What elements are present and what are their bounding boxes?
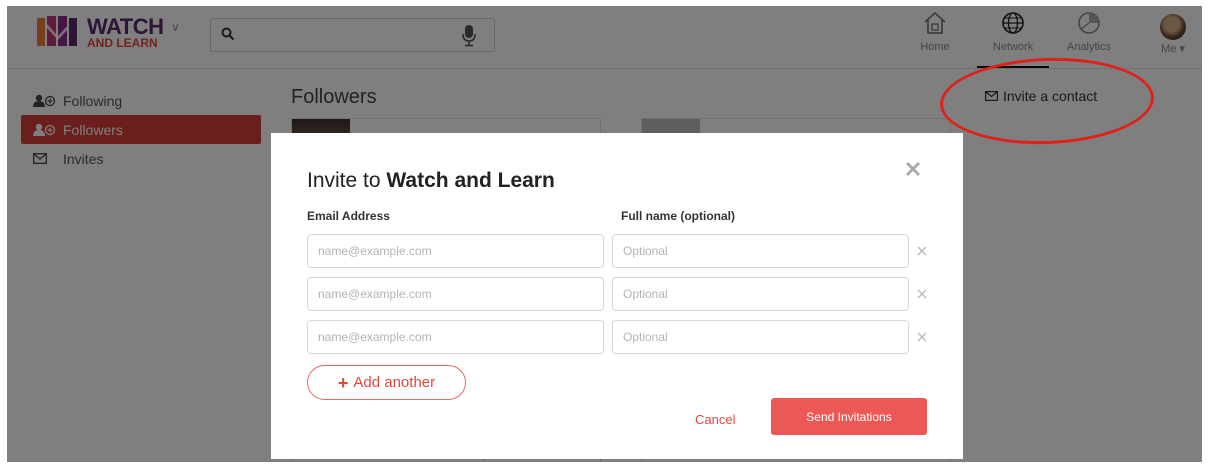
email-field[interactable] (307, 234, 604, 268)
modal-title-prefix: Invite to (307, 169, 387, 192)
email-column-header: Email Address (307, 209, 390, 223)
invite-modal: Invite to Watch and Learn Email Address … (271, 133, 963, 459)
remove-row-icon[interactable] (915, 330, 929, 344)
close-icon[interactable] (905, 161, 921, 177)
email-field[interactable] (307, 277, 604, 311)
send-invitations-button[interactable]: Send Invitations (771, 398, 927, 435)
add-another-label: Add another (353, 374, 436, 391)
add-another-button[interactable]: + Add another (307, 365, 466, 400)
remove-row-icon[interactable] (915, 244, 929, 258)
name-column-header: Full name (optional) (621, 209, 735, 223)
modal-title-app-name: Watch and Learn (386, 169, 555, 192)
full-name-field[interactable] (612, 320, 909, 354)
cancel-button[interactable]: Cancel (695, 412, 735, 427)
full-name-field[interactable] (612, 277, 909, 311)
plus-icon: + (337, 372, 349, 393)
modal-title: Invite to Watch and Learn (307, 169, 555, 193)
remove-row-icon[interactable] (915, 287, 929, 301)
email-field[interactable] (307, 320, 604, 354)
full-name-field[interactable] (612, 234, 909, 268)
